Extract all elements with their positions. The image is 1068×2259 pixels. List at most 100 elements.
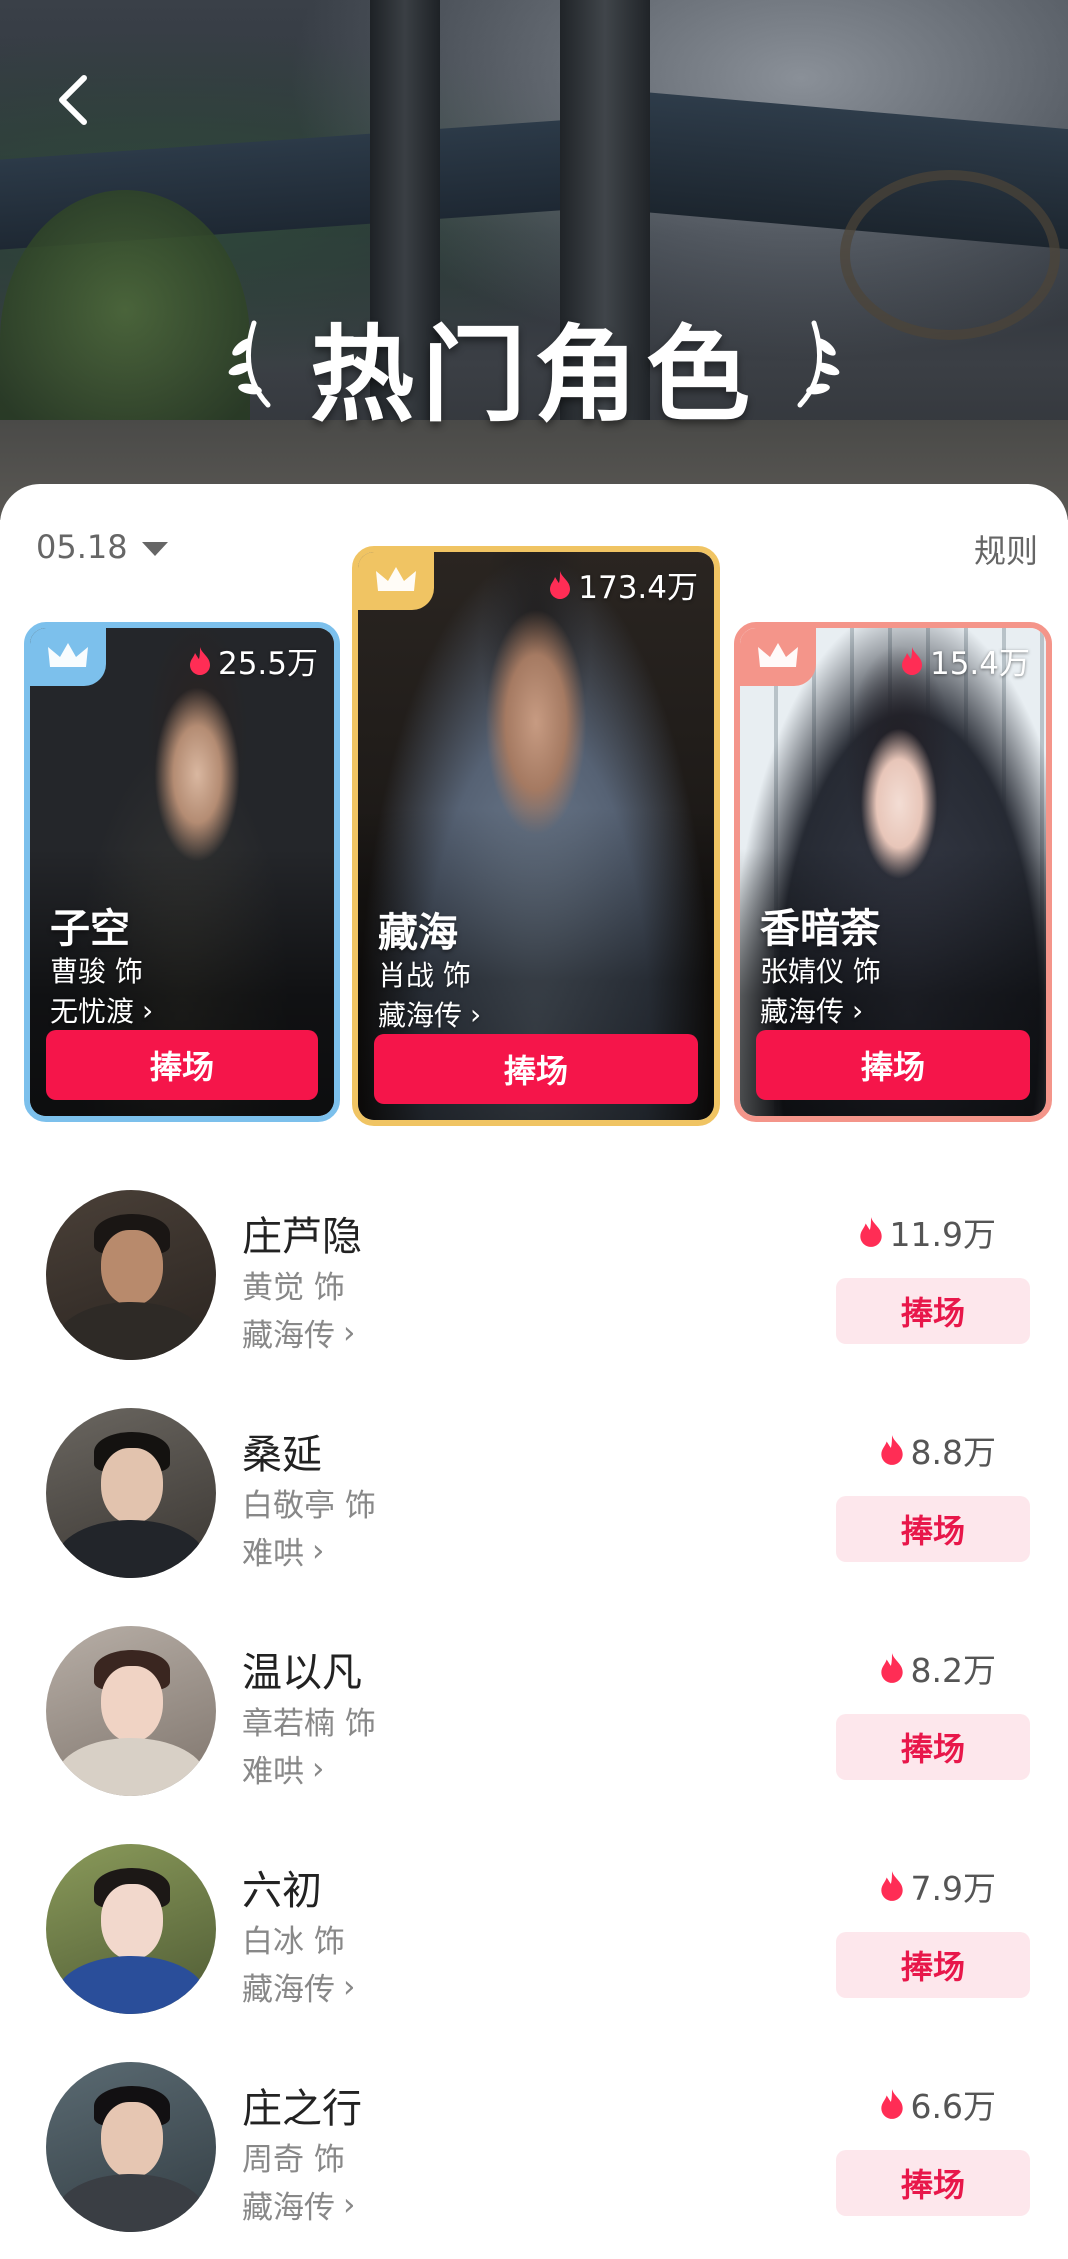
chevron-right-icon: › (312, 1750, 325, 1787)
list-item[interactable]: 桑延 白敬亭 饰 难哄 › 8.8万 捧场 (0, 1408, 1068, 1626)
show-name: 藏海传 (242, 1972, 335, 2008)
character-name: 温以凡 (242, 1650, 362, 1696)
laurel-right-icon (784, 313, 844, 417)
chevron-right-icon: › (343, 1314, 356, 1351)
actor-name: 曹骏 饰 (50, 955, 143, 988)
header-banner: 热门角色 (0, 0, 1068, 520)
actor-name: 章若楠 饰 (242, 1706, 376, 1742)
avatar-body (56, 1738, 206, 1796)
heat-value: 8.2万 (910, 1651, 996, 1690)
actor-name: 白冰 饰 (242, 1924, 345, 1960)
ranking-panel: 05.18 规则 25.5万 子空 曹骏 饰 无忧渡 › 捧场 173.4万 藏… (0, 484, 1068, 2259)
crown-icon (758, 643, 798, 667)
avatar (46, 2062, 216, 2232)
support-button[interactable]: 捧场 (46, 1030, 318, 1100)
avatar-face (101, 1884, 163, 1960)
rank-badge (30, 628, 106, 686)
character-name: 香暗荼 (760, 906, 880, 952)
show-link[interactable]: 无忧渡 › (50, 990, 153, 1030)
top-card-rank-3[interactable]: 15.4万 香暗荼 张婧仪 饰 藏海传 › 捧场 (734, 622, 1052, 1122)
avatar-body (56, 2174, 206, 2232)
avatar-body (56, 1302, 206, 1360)
heat-value: 173.4万 (578, 570, 698, 606)
show-name: 难哄 (242, 1536, 304, 1572)
support-button[interactable]: 捧场 (836, 1278, 1030, 1344)
support-button[interactable]: 捧场 (836, 1714, 1030, 1780)
avatar (46, 1844, 216, 2014)
list-item[interactable]: 庄之行 周奇 饰 藏海传 › 6.6万 捧场 (0, 2062, 1068, 2259)
chevron-right-icon: › (312, 1532, 325, 1569)
show-link[interactable]: 藏海传 › (760, 990, 863, 1030)
chevron-right-icon: › (343, 2186, 356, 2223)
date-selector[interactable]: 05.18 (36, 528, 168, 566)
chevron-right-icon: › (142, 993, 154, 1027)
heat-value: 11.9万 (889, 1215, 996, 1254)
heat-count: 8.2万 (879, 1644, 996, 1692)
heat-count: 8.8万 (879, 1426, 996, 1474)
avatar (46, 1626, 216, 1796)
list-item[interactable]: 六初 白冰 饰 藏海传 › 7.9万 捧场 (0, 1844, 1068, 2062)
flame-icon (880, 1653, 903, 1683)
date-value: 05.18 (36, 528, 128, 566)
character-name: 桑延 (242, 1432, 322, 1478)
character-name: 六初 (242, 1868, 322, 1914)
heat-count: 11.9万 (858, 1208, 996, 1256)
avatar-body (56, 1956, 206, 2014)
avatar (46, 1408, 216, 1578)
show-name: 藏海传 (242, 1318, 335, 1354)
support-button[interactable]: 捧场 (836, 2150, 1030, 2216)
actor-name: 周奇 饰 (242, 2142, 345, 2178)
flame-icon (901, 646, 922, 675)
character-name: 庄之行 (242, 2086, 362, 2132)
chevron-right-icon: › (343, 1968, 356, 2005)
flame-icon (189, 646, 210, 675)
page-title: 热门角色 (309, 313, 758, 436)
laurel-left-icon (224, 313, 284, 417)
show-link[interactable]: 藏海传 › (378, 994, 481, 1034)
list-item[interactable]: 温以凡 章若楠 饰 难哄 › 8.2万 捧场 (0, 1626, 1068, 1844)
rank-badge (358, 552, 434, 610)
character-name: 藏海 (378, 910, 458, 956)
show-link[interactable]: 难哄 › (242, 1528, 324, 1573)
flame-icon (550, 570, 571, 599)
avatar (46, 1190, 216, 1360)
show-name: 难哄 (242, 1754, 304, 1790)
heat-count: 25.5万 (188, 638, 318, 683)
support-button[interactable]: 捧场 (836, 1496, 1030, 1562)
crown-icon (48, 643, 88, 667)
flame-icon (880, 1435, 903, 1465)
chevron-right-icon: › (852, 993, 864, 1027)
avatar-face (101, 2102, 163, 2178)
heat-value: 7.9万 (910, 1869, 996, 1908)
show-name: 藏海传 (378, 999, 463, 1032)
support-button[interactable]: 捧场 (374, 1034, 698, 1104)
show-link[interactable]: 藏海传 › (242, 1310, 355, 1355)
back-button[interactable] (50, 70, 100, 130)
heat-count: 6.6万 (879, 2080, 996, 2128)
actor-name: 白敬亭 饰 (242, 1488, 376, 1524)
heat-count: 15.4万 (900, 638, 1030, 683)
heat-count: 173.4万 (548, 562, 698, 607)
banner-title-group: 热门角色 (0, 300, 1068, 436)
chevron-right-icon: › (470, 997, 482, 1031)
show-link[interactable]: 藏海传 › (242, 1964, 355, 2009)
heat-count: 7.9万 (879, 1862, 996, 1910)
heat-value: 6.6万 (910, 2087, 996, 2126)
top-card-rank-1[interactable]: 173.4万 藏海 肖战 饰 藏海传 › 捧场 (352, 546, 720, 1126)
flame-icon (880, 2089, 903, 2119)
heat-value: 15.4万 (929, 646, 1030, 682)
flame-icon (859, 1217, 882, 1247)
support-button[interactable]: 捧场 (836, 1932, 1030, 1998)
rules-link[interactable]: 规则 (974, 526, 1038, 572)
list-item[interactable]: 庄芦隐 黄觉 饰 藏海传 › 11.9万 捧场 (0, 1190, 1068, 1408)
actor-name: 张婧仪 饰 (760, 955, 881, 988)
show-name: 藏海传 (760, 995, 845, 1028)
avatar-face (101, 1448, 163, 1524)
top-card-rank-2[interactable]: 25.5万 子空 曹骏 饰 无忧渡 › 捧场 (24, 622, 340, 1122)
caret-down-icon (141, 542, 168, 556)
avatar-face (101, 1666, 163, 1742)
support-button[interactable]: 捧场 (756, 1030, 1030, 1100)
show-link[interactable]: 难哄 › (242, 1746, 324, 1791)
show-link[interactable]: 藏海传 › (242, 2182, 355, 2227)
flame-icon (880, 1871, 903, 1901)
